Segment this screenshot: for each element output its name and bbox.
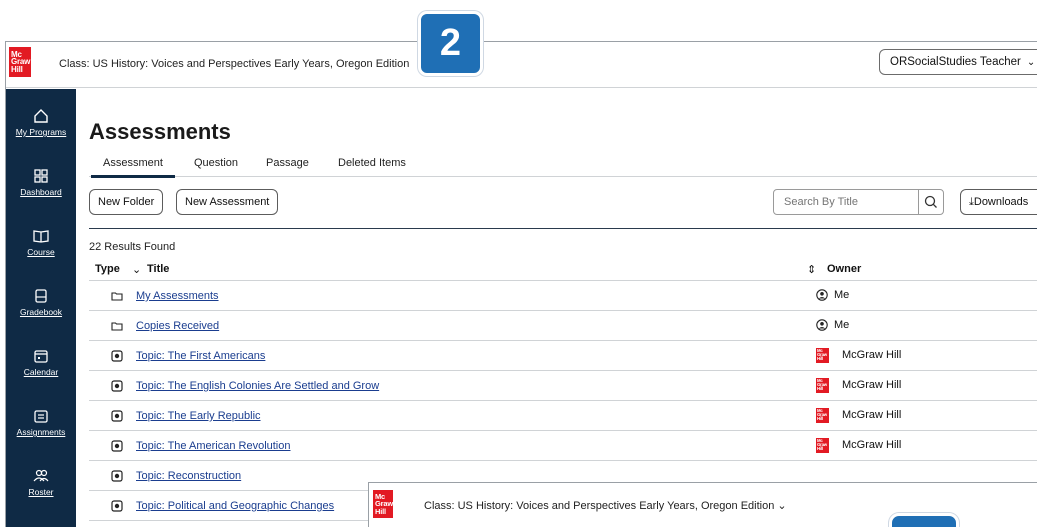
row-title-link[interactable]: Topic: The Early Republic (136, 410, 261, 422)
table-header: Type ⌄ Title ⇕ Owner (89, 257, 1037, 281)
row-title-link[interactable]: Topic: The English Colonies Are Settled … (136, 380, 379, 392)
sidebar-item-label: My Programs (15, 127, 67, 137)
sort-toggle-icon[interactable]: ⇕ (807, 263, 816, 276)
owner-label: McGraw Hill (842, 439, 902, 451)
folder-icon (111, 292, 123, 301)
table-row[interactable]: Topic: The Early Republic Mc Graw Hill McGra… (89, 401, 1037, 431)
app-window: Mc Graw Hill Class: US History: Voices and… (5, 41, 1037, 527)
owner-label: Me (834, 319, 850, 331)
row-owner: Me (816, 287, 849, 303)
table-row[interactable]: My Assessments Me (89, 281, 1037, 311)
class-selector[interactable]: Class: US History: Voices and Perspectiv… (59, 58, 431, 70)
sidebar: My Programs Dashboard Course Gradebook C… (6, 89, 76, 527)
assignments-icon (34, 410, 48, 423)
mcgraw-hill-logo[interactable]: Mc Graw Hill (9, 47, 31, 77)
gradebook-icon (35, 289, 47, 303)
assessment-icon (111, 410, 123, 422)
user-circle-icon (816, 289, 828, 301)
row-owner: Mc Graw Hill McGraw Hill (816, 407, 901, 423)
results-count: 22 Results Found (89, 241, 176, 253)
column-header-type[interactable]: Type (95, 263, 120, 275)
sidebar-item-calendar[interactable]: Calendar (6, 347, 76, 377)
tab-passage[interactable]: Passage (266, 157, 309, 169)
sidebar-item-my-programs[interactable]: My Programs (6, 107, 76, 137)
owner-label: McGraw Hill (842, 409, 902, 421)
user-menu-label: ORSocialStudies Teacher (890, 56, 1021, 68)
step-callout-badge: 2 (418, 11, 483, 76)
row-title-link[interactable]: My Assessments (136, 290, 219, 302)
sidebar-item-label: Gradebook (19, 307, 63, 317)
owner-label: McGraw Hill (842, 349, 902, 361)
search-input[interactable] (773, 189, 919, 215)
new-folder-button[interactable]: New Folder (89, 189, 164, 215)
user-menu-button[interactable]: ORSocialStudies Teacher ⌄ (879, 49, 1037, 75)
row-title-link[interactable]: Copies Received (136, 320, 219, 332)
top-bar: Mc Graw Hill Class: US History: Voices and… (6, 42, 1037, 88)
row-owner: Mc Graw Hill McGraw Hill (816, 347, 901, 363)
column-header-owner[interactable]: Owner (827, 263, 861, 275)
home-icon (34, 109, 48, 123)
sidebar-item-course[interactable]: Course (6, 227, 76, 257)
sidebar-item-label: Course (27, 247, 55, 257)
assessment-icon (111, 440, 123, 452)
sidebar-item-label: Calendar (23, 367, 59, 377)
row-title-link[interactable]: Topic: Reconstruction (136, 470, 241, 482)
chevron-down-icon: ⌄ (777, 500, 787, 512)
sidebar-item-gradebook[interactable]: Gradebook (6, 287, 76, 317)
sidebar-item-label: Assignments (16, 427, 66, 437)
toolbar-divider (89, 228, 1037, 229)
book-icon (33, 230, 49, 243)
table-row[interactable]: Topic: The American Revolution Mc Graw Hill… (89, 431, 1037, 461)
folder-icon (111, 322, 123, 331)
mcgraw-hill-logo: Mc Graw Hill (816, 347, 829, 363)
row-owner: Me (816, 317, 849, 333)
assessment-icon (111, 380, 123, 392)
downloads-label: Downloads (973, 196, 1029, 208)
class-title: Class: US History: Voices and Perspectiv… (424, 500, 775, 512)
tab-question[interactable]: Question (194, 157, 238, 169)
assessment-icon (111, 470, 123, 482)
sort-chevron-icon[interactable]: ⌄ (132, 263, 141, 276)
tab-deleted-items[interactable]: Deleted Items (338, 157, 406, 169)
tab-bar: Assessment Question Passage Deleted Item… (89, 151, 1037, 178)
row-title-link[interactable]: Topic: Political and Geographic Changes (136, 500, 334, 512)
row-title-link[interactable]: Topic: The First Americans (136, 350, 265, 362)
sidebar-item-label: Roster (28, 487, 54, 497)
table-row[interactable]: Copies Received Me (89, 311, 1037, 341)
tab-assessment[interactable]: Assessment (91, 157, 175, 178)
class-selector[interactable]: Class: US History: Voices and Perspectiv… (424, 499, 787, 512)
calendar-icon (34, 350, 48, 363)
column-header-title[interactable]: Title (147, 263, 169, 275)
page-title: Assessments (89, 119, 231, 144)
row-owner: Mc Graw Hill McGraw Hill (816, 377, 901, 393)
roster-icon (33, 469, 49, 482)
new-assessment-button[interactable]: New Assessment (176, 189, 279, 215)
assessment-icon (111, 500, 123, 512)
main-content: Assessments Assessment Question Passage … (76, 89, 1037, 527)
row-owner: Mc Graw Hill McGraw Hill (816, 437, 901, 453)
user-circle-icon (816, 319, 828, 331)
mcgraw-hill-logo: Mc Graw Hill (816, 377, 829, 393)
assessment-icon (111, 350, 123, 362)
owner-label: McGraw Hill (842, 379, 902, 391)
search-button[interactable] (918, 189, 944, 215)
dashboard-icon (34, 169, 48, 183)
chevron-down-icon: ⌄ (1026, 57, 1036, 68)
sidebar-item-dashboard[interactable]: Dashboard (6, 167, 76, 197)
table-row[interactable]: Topic: The English Colonies Are Settled … (89, 371, 1037, 401)
sidebar-item-label: Dashboard (20, 187, 62, 197)
downloads-button[interactable]: ⤓Downloads (960, 189, 1037, 215)
search-icon (924, 195, 937, 208)
overlay-window-header: Mc Graw Hill Class: US History: Voices and… (368, 482, 1037, 527)
sidebar-item-assignments[interactable]: Assignments (6, 407, 76, 437)
sidebar-item-roster[interactable]: Roster (6, 467, 76, 497)
row-title-link[interactable]: Topic: The American Revolution (136, 440, 291, 452)
mcgraw-hill-logo[interactable]: Mc Graw Hill (373, 490, 393, 518)
step-callout-badge (889, 513, 959, 527)
table-row[interactable]: Topic: The First Americans Mc Graw Hill McGr… (89, 341, 1037, 371)
owner-label: Me (834, 289, 850, 301)
mcgraw-hill-logo: Mc Graw Hill (816, 437, 829, 453)
mcgraw-hill-logo: Mc Graw Hill (816, 407, 829, 423)
